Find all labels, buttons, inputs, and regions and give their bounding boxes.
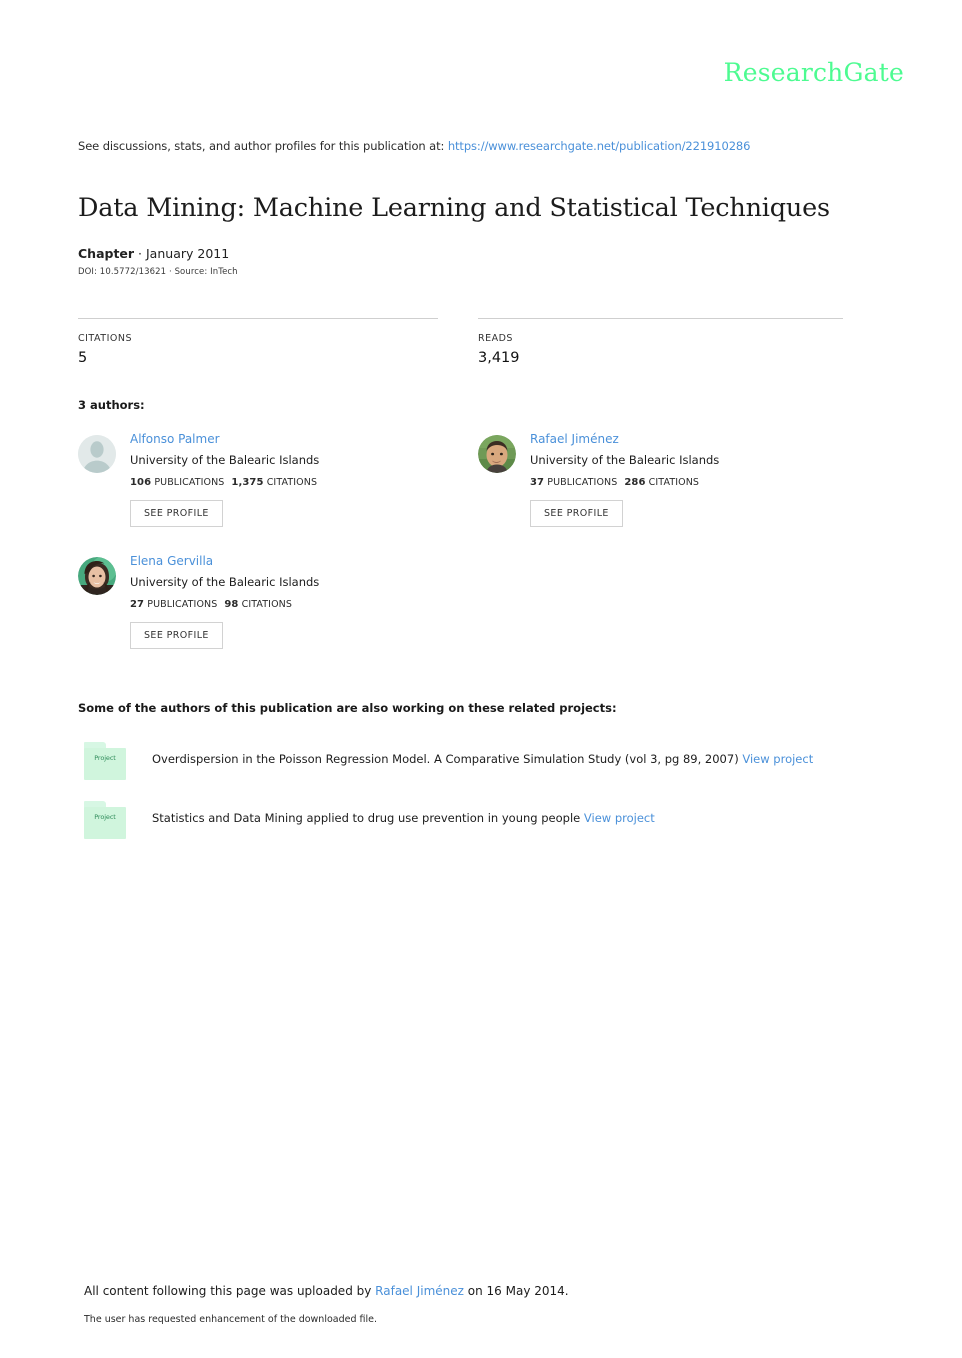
publication-type-line: Chapter · January 2011 bbox=[78, 246, 229, 261]
enhancement-note: The user has requested enhancement of th… bbox=[84, 1314, 378, 1325]
avatar bbox=[78, 557, 116, 595]
author-card: Alfonso Palmer University of the Baleari… bbox=[78, 432, 478, 528]
folder-body bbox=[84, 807, 126, 839]
author-citations-count: 1,375 bbox=[231, 477, 264, 489]
discussion-prefix: See discussions, stats, and author profi… bbox=[78, 139, 445, 153]
author-metrics: 37 PUBLICATIONS 286 CITATIONS bbox=[530, 477, 878, 488]
folder-body bbox=[84, 748, 126, 780]
citations-divider bbox=[78, 318, 438, 319]
type-separator: · bbox=[134, 246, 146, 261]
publications-label: PUBLICATIONS bbox=[547, 477, 618, 489]
project-folder-icon: Project bbox=[84, 801, 126, 839]
author-affiliation: University of the Balearic Islands bbox=[130, 453, 320, 468]
project-row: Project Overdispersion in the Poisson Re… bbox=[84, 742, 884, 788]
author-info: Elena Gervilla University of the Baleari… bbox=[130, 554, 478, 650]
author-citations-count: 98 bbox=[224, 599, 239, 611]
avatar bbox=[478, 435, 516, 473]
author-publications-count: 27 bbox=[130, 599, 145, 611]
avatar bbox=[78, 435, 116, 473]
project-folder-icon: Project bbox=[84, 742, 126, 780]
project-text: Overdispersion in the Poisson Regression… bbox=[152, 752, 813, 766]
author-name-link[interactable]: Rafael Jiménez bbox=[530, 432, 878, 446]
upload-suffix: on 16 May 2014. bbox=[463, 1284, 569, 1298]
project-title: Overdispersion in the Poisson Regression… bbox=[152, 752, 739, 766]
uploader-link[interactable]: Rafael Jiménez bbox=[375, 1284, 464, 1298]
publications-label: PUBLICATIONS bbox=[154, 477, 225, 489]
author-citations-count: 286 bbox=[624, 477, 646, 489]
project-title: Statistics and Data Mining applied to dr… bbox=[152, 811, 581, 825]
see-profile-button[interactable]: SEE PROFILE bbox=[130, 500, 223, 528]
author-affiliation: University of the Balearic Islands bbox=[130, 575, 320, 590]
project-row: Project Statistics and Data Mining appli… bbox=[84, 801, 884, 847]
related-projects-heading: Some of the authors of this publication … bbox=[78, 701, 617, 715]
author-name-link[interactable]: Elena Gervilla bbox=[130, 554, 478, 568]
citations-label: CITATIONS bbox=[78, 333, 132, 344]
publication-type: Chapter bbox=[78, 246, 135, 261]
see-profile-button[interactable]: SEE PROFILE bbox=[130, 622, 223, 650]
researchgate-cover-page: ResearchGate See discussions, stats, and… bbox=[0, 0, 962, 1358]
publication-date: January 2011 bbox=[146, 246, 230, 261]
citations-label: CITATIONS bbox=[648, 477, 700, 489]
citations-stat-block: CITATIONS 5 bbox=[78, 318, 438, 366]
see-profile-button[interactable]: SEE PROFILE bbox=[530, 500, 623, 528]
author-metrics: 106 PUBLICATIONS 1,375 CITATIONS bbox=[130, 477, 478, 488]
view-project-link[interactable]: View project bbox=[742, 752, 813, 766]
citations-label: CITATIONS bbox=[241, 599, 292, 611]
photo-avatar-female-icon bbox=[78, 557, 116, 595]
citations-label: CITATIONS bbox=[266, 477, 318, 489]
reads-label: READS bbox=[478, 333, 513, 344]
reads-value: 3,419 bbox=[478, 350, 520, 366]
publications-label: PUBLICATIONS bbox=[147, 599, 218, 611]
view-project-link[interactable]: View project bbox=[584, 811, 655, 825]
discussion-line: See discussions, stats, and author profi… bbox=[78, 139, 750, 153]
project-text: Statistics and Data Mining applied to dr… bbox=[152, 811, 655, 825]
researchgate-logo: ResearchGate bbox=[723, 58, 904, 87]
author-publications-count: 106 bbox=[130, 477, 152, 489]
folder-label: Project bbox=[94, 813, 116, 821]
doi-source-line: DOI: 10.5772/13621 · Source: InTech bbox=[78, 267, 238, 277]
author-publications-count: 37 bbox=[530, 477, 545, 489]
upload-attribution: All content following this page was uplo… bbox=[84, 1284, 569, 1298]
author-affiliation: University of the Balearic Islands bbox=[530, 453, 720, 468]
author-info: Alfonso Palmer University of the Baleari… bbox=[130, 432, 478, 528]
page-title: Data Mining: Machine Learning and Statis… bbox=[78, 193, 830, 224]
author-metrics: 27 PUBLICATIONS 98 CITATIONS bbox=[130, 599, 478, 610]
author-card: Rafael Jiménez University of the Baleari… bbox=[478, 432, 878, 528]
default-silhouette-avatar-icon bbox=[78, 435, 116, 473]
author-card: Elena Gervilla University of the Baleari… bbox=[78, 554, 478, 650]
reads-stat-block: READS 3,419 bbox=[478, 318, 843, 366]
authors-heading: 3 authors: bbox=[78, 398, 145, 412]
photo-avatar-male-icon bbox=[478, 435, 516, 473]
upload-prefix: All content following this page was uplo… bbox=[84, 1284, 376, 1298]
citations-value: 5 bbox=[78, 350, 88, 366]
author-name-link[interactable]: Alfonso Palmer bbox=[130, 432, 478, 446]
reads-divider bbox=[478, 318, 843, 319]
folder-label: Project bbox=[94, 754, 116, 762]
author-info: Rafael Jiménez University of the Baleari… bbox=[530, 432, 878, 528]
publication-url-link[interactable]: https://www.researchgate.net/publication… bbox=[448, 139, 751, 153]
